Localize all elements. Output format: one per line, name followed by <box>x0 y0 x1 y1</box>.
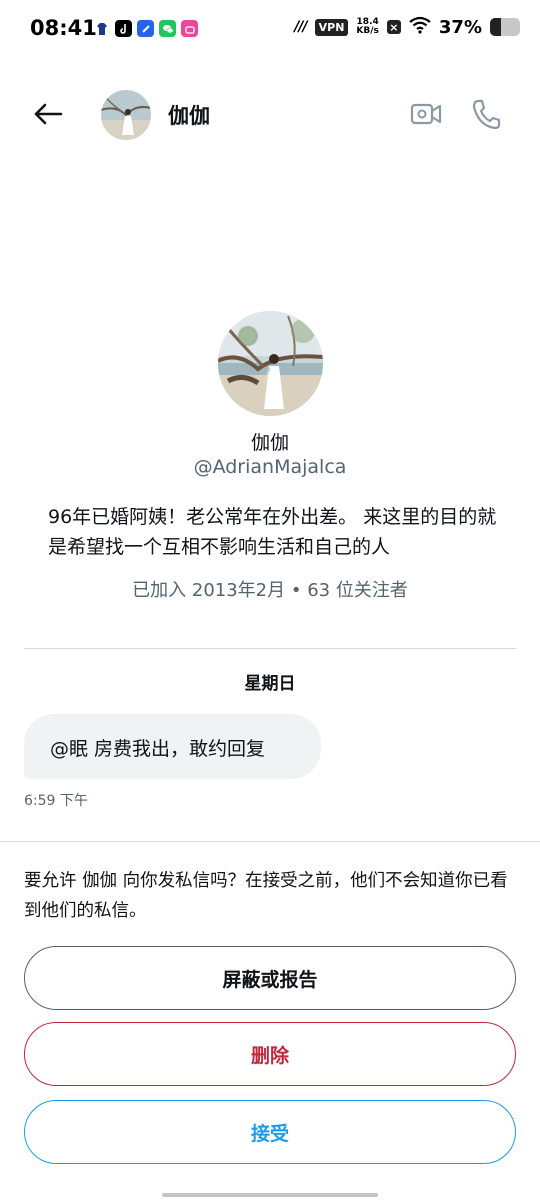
header-avatar[interactable] <box>101 90 151 140</box>
arrow-left-icon <box>34 103 63 125</box>
status-time: 08:41 <box>30 16 97 40</box>
video-call-button[interactable] <box>406 96 446 132</box>
profile-avatar[interactable] <box>218 311 323 416</box>
message-request-notice: 要允许 伽伽 向你发私信吗？在接受之前，他们不会知道你已看到他们的私信。 <box>24 871 508 921</box>
tiktok-app-icon <box>115 20 132 37</box>
day-separator: 星期日 <box>244 674 296 694</box>
status-bar: 08:41 /// VPN 18.4 KB/s × 37% <box>0 0 540 58</box>
divider <box>24 648 516 649</box>
conversation-header: 伽伽 <box>0 80 540 150</box>
voice-call-button[interactable] <box>466 94 506 134</box>
profile-join-info: 已加入 2013年2月 • 63 位关注者 <box>132 580 408 601</box>
battery-icon <box>490 18 520 36</box>
notification-icons <box>93 20 198 37</box>
vpn-badge: VPN <box>314 18 349 36</box>
video-camera-icon <box>410 103 442 125</box>
battery-percent: 37% <box>438 16 482 38</box>
no-sim-icon: × <box>386 20 401 34</box>
message-bubble[interactable]: @眠 房费我出，敢约回复 <box>24 714 321 779</box>
profile-bio: 96年已婚阿姨！老公常年在外出差。 来这里的目的就是希望找一个互相不影响生活和自… <box>48 506 497 558</box>
shirt-app-icon <box>93 20 110 37</box>
message-timestamp: 6:59 下午 <box>24 793 88 809</box>
battery-level-fill <box>490 18 502 36</box>
browser-app-icon <box>137 20 154 37</box>
delete-button[interactable]: 删除 <box>24 1022 516 1086</box>
wechat-app-icon <box>159 20 176 37</box>
phone-icon <box>472 99 501 130</box>
divider <box>0 841 540 842</box>
back-button[interactable] <box>28 94 68 134</box>
wifi-icon <box>409 16 431 38</box>
profile-handle: @AdrianMajalca <box>193 456 347 478</box>
network-logo-icon: /// <box>294 19 307 35</box>
header-name[interactable]: 伽伽 <box>168 100 210 130</box>
network-speed-unit: KB/s <box>356 26 379 36</box>
network-speed: 18.4 KB/s <box>356 18 378 36</box>
accept-button[interactable]: 接受 <box>24 1100 516 1164</box>
block-or-report-button[interactable]: 屏蔽或报告 <box>24 946 516 1010</box>
profile-name: 伽伽 <box>250 432 289 454</box>
bilibili-app-icon <box>181 20 198 37</box>
home-indicator[interactable] <box>162 1193 378 1197</box>
